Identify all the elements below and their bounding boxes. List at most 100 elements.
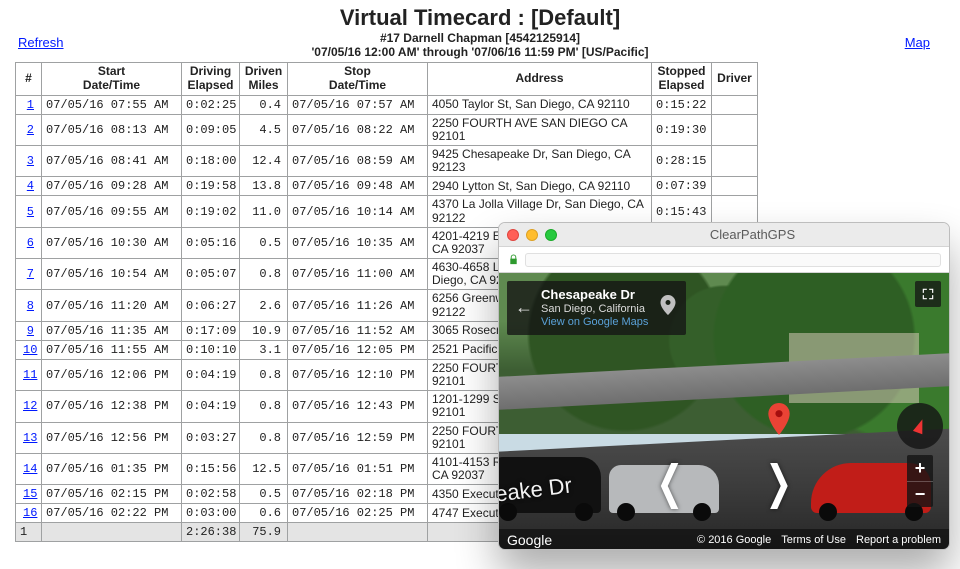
row-link[interactable]: 16	[20, 506, 40, 520]
popup-title: ClearPathGPS	[564, 227, 941, 242]
row-stop: 07/05/16 12:05 PM	[288, 340, 428, 359]
row-stop: 07/05/16 10:14 AM	[288, 196, 428, 227]
row-link[interactable]: 8	[24, 299, 37, 313]
row-start: 07/05/16 02:15 PM	[42, 485, 182, 504]
row-link[interactable]: 7	[24, 267, 37, 281]
street-view-footer: Google © 2016 Google Terms of Use Report…	[499, 529, 949, 550]
row-start: 07/05/16 12:56 PM	[42, 422, 182, 453]
zoom-in-button[interactable]: +	[907, 455, 933, 481]
total-count: 1	[16, 523, 42, 542]
row-link[interactable]: 6	[24, 236, 37, 250]
row-stopped-elapsed: 0:19:30	[652, 114, 712, 145]
compass-control[interactable]	[897, 403, 943, 449]
row-link[interactable]: 3	[24, 154, 37, 168]
table-row: 107/05/16 07:55 AM0:02:250.407/05/16 07:…	[16, 95, 758, 114]
row-link[interactable]: 1	[24, 98, 37, 112]
row-driving-elapsed: 0:06:27	[182, 290, 240, 321]
row-link[interactable]: 15	[20, 487, 40, 501]
back-arrow-icon[interactable]: ←	[515, 297, 533, 318]
browser-address-bar	[499, 247, 949, 273]
row-stop: 07/05/16 08:59 AM	[288, 145, 428, 176]
copyright-label: © 2016 Google	[697, 534, 771, 546]
window-zoom-button[interactable]	[545, 229, 557, 241]
row-start: 07/05/16 11:55 AM	[42, 340, 182, 359]
compass-needle-icon	[913, 418, 927, 435]
place-title: Chesapeake Dr	[541, 287, 648, 303]
window-close-button[interactable]	[507, 229, 519, 241]
row-num: 4	[16, 177, 42, 196]
row-num: 13	[16, 422, 42, 453]
row-link[interactable]: 10	[20, 343, 40, 357]
row-start: 07/05/16 08:41 AM	[42, 145, 182, 176]
row-address: 9425 Chesapeake Dr, San Diego, CA 92123	[428, 145, 652, 176]
row-link[interactable]: 14	[20, 462, 40, 476]
fullscreen-button[interactable]	[915, 281, 941, 307]
row-driven-miles: 4.5	[240, 114, 288, 145]
col-driver: Driver	[712, 63, 758, 96]
table-row: 407/05/16 09:28 AM0:19:5813.807/05/16 09…	[16, 177, 758, 196]
row-stop: 07/05/16 12:43 PM	[288, 391, 428, 422]
row-driven-miles: 3.1	[240, 340, 288, 359]
window-minimize-button[interactable]	[526, 229, 538, 241]
row-stop: 07/05/16 02:25 PM	[288, 504, 428, 523]
row-link[interactable]: 2	[24, 123, 37, 137]
total-driven-miles: 75.9	[240, 523, 288, 542]
row-num: 1	[16, 95, 42, 114]
view-on-google-link[interactable]: View on Google Maps	[541, 316, 648, 329]
row-num: 5	[16, 196, 42, 227]
row-num: 3	[16, 145, 42, 176]
row-start: 07/05/16 01:35 PM	[42, 453, 182, 484]
nav-prev-icon[interactable]: ❮	[656, 455, 683, 509]
map-link[interactable]: Map	[905, 35, 930, 50]
nav-next-icon[interactable]: ❯	[765, 455, 792, 509]
row-driven-miles: 12.5	[240, 453, 288, 484]
row-num: 12	[16, 391, 42, 422]
row-link[interactable]: 12	[20, 399, 40, 413]
col-addr: Address	[428, 63, 652, 96]
row-link[interactable]: 5	[24, 205, 37, 219]
row-start: 07/05/16 10:54 AM	[42, 259, 182, 290]
row-stop: 07/05/16 09:48 AM	[288, 177, 428, 196]
row-num: 9	[16, 321, 42, 340]
table-head: # StartDate/Time DrivingElapsed DrivenMi…	[16, 63, 758, 96]
row-stopped-elapsed: 0:07:39	[652, 177, 712, 196]
report-link[interactable]: Report a problem	[856, 534, 941, 546]
row-driving-elapsed: 0:10:10	[182, 340, 240, 359]
row-driving-elapsed: 0:02:25	[182, 95, 240, 114]
street-view-info[interactable]: ← Chesapeake Dr San Diego, California Vi…	[507, 281, 686, 335]
row-stop: 07/05/16 02:18 PM	[288, 485, 428, 504]
row-driven-miles: 13.8	[240, 177, 288, 196]
row-stop: 07/05/16 11:00 AM	[288, 259, 428, 290]
col-start: StartDate/Time	[42, 63, 182, 96]
row-driven-miles: 2.6	[240, 290, 288, 321]
row-num: 16	[16, 504, 42, 523]
row-driving-elapsed: 0:18:00	[182, 145, 240, 176]
row-link[interactable]: 13	[20, 431, 40, 445]
street-view[interactable]: ← Chesapeake Dr San Diego, California Vi…	[499, 273, 949, 550]
row-start: 07/05/16 11:35 AM	[42, 321, 182, 340]
row-driven-miles: 0.8	[240, 359, 288, 390]
address-input[interactable]	[525, 253, 941, 267]
zoom-control: + −	[907, 455, 933, 507]
row-driving-elapsed: 0:17:09	[182, 321, 240, 340]
row-num: 11	[16, 359, 42, 390]
col-dm: DrivenMiles	[240, 63, 288, 96]
terms-link[interactable]: Terms of Use	[781, 534, 846, 546]
row-stop: 07/05/16 12:59 PM	[288, 422, 428, 453]
refresh-link[interactable]: Refresh	[18, 35, 64, 50]
row-link[interactable]: 9	[24, 324, 37, 338]
zoom-out-button[interactable]: −	[907, 481, 933, 507]
row-driven-miles: 0.8	[240, 391, 288, 422]
row-address: 2250 FOURTH AVE SAN DIEGO CA 92101	[428, 114, 652, 145]
row-start: 07/05/16 12:38 PM	[42, 391, 182, 422]
row-link[interactable]: 11	[20, 368, 40, 382]
street-nav-arrows: ❮ ❯	[650, 455, 797, 509]
page-header: Virtual Timecard : [Default] #17 Darnell…	[0, 0, 960, 61]
row-num: 10	[16, 340, 42, 359]
row-driving-elapsed: 0:05:16	[182, 227, 240, 258]
google-logo: Google	[507, 532, 552, 548]
row-link[interactable]: 4	[24, 179, 37, 193]
popup-titlebar[interactable]: ClearPathGPS	[499, 223, 949, 247]
row-driver	[712, 177, 758, 196]
row-start: 07/05/16 11:20 AM	[42, 290, 182, 321]
